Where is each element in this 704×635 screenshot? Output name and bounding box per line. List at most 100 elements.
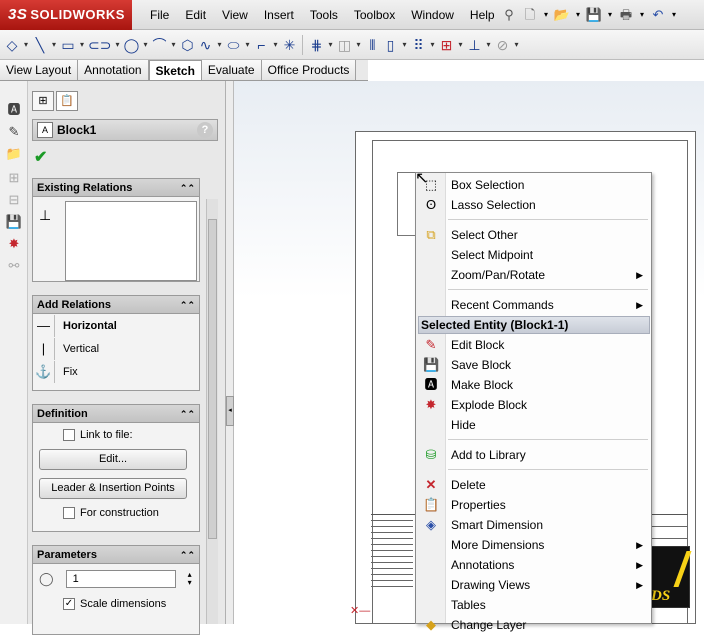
scale-input[interactable]: 1 [65, 570, 176, 588]
line-icon[interactable]: ╲ [32, 34, 48, 56]
definition-header[interactable]: Definition ⌃⌃ [33, 405, 199, 423]
menu-item-tables[interactable]: Tables [416, 595, 651, 615]
menu-window[interactable]: Window [403, 0, 462, 30]
open-folder-icon[interactable]: 📂 [553, 4, 571, 26]
mirror-icon[interactable]: ▯ [382, 34, 398, 56]
add-remove-icon[interactable]: ⊞ [5, 169, 23, 187]
save-icon[interactable]: 💾 [585, 4, 603, 26]
caret-icon[interactable]: ▾ [484, 34, 492, 56]
caret-icon[interactable]: ▾ [113, 34, 121, 56]
caret-icon[interactable]: ▾ [428, 34, 436, 56]
panel-scrollbar[interactable] [206, 199, 218, 624]
menu-item-recent-commands[interactable]: Recent Commands ▶ [416, 295, 651, 315]
existing-relations-header[interactable]: Existing Relations ⌃⌃ [33, 179, 199, 197]
insert-block-icon[interactable]: 📁 [5, 145, 23, 163]
caret-icon[interactable]: ▾ [243, 34, 251, 56]
tab-annotation[interactable]: Annotation [78, 60, 149, 80]
collapse-icon[interactable]: ⌃⌃ [180, 546, 195, 564]
for-construction-checkbox[interactable] [63, 507, 75, 519]
menu-item-edit-block[interactable]: ✎ Edit Block [416, 335, 651, 355]
menu-item-hide[interactable]: Hide [416, 415, 651, 435]
collapse-panel-icon[interactable]: ◂ [226, 396, 234, 426]
dropdown-caret-icon[interactable]: ▾ [670, 4, 678, 26]
tab-sketch[interactable]: Sketch [148, 60, 202, 80]
caret-icon[interactable]: ▾ [78, 34, 86, 56]
panel-splitter[interactable]: ◂ [226, 81, 234, 624]
dropdown-caret-icon[interactable]: ▾ [638, 4, 646, 26]
explode-block-icon[interactable]: ✸ [5, 235, 23, 253]
menu-item-change-layer[interactable]: ◆ Change Layer [416, 615, 651, 635]
caret-icon[interactable]: ▾ [169, 34, 177, 56]
caret-icon[interactable]: ▾ [354, 34, 362, 56]
menu-item-explode-block[interactable]: ✸ Explode Block [416, 395, 651, 415]
for-construction-row[interactable]: For construction [63, 507, 199, 519]
menu-file[interactable]: File [142, 0, 177, 30]
ok-check-icon[interactable]: ✔ [34, 147, 47, 167]
collapse-icon[interactable]: ⌃⌃ [180, 296, 195, 314]
link-to-file-checkbox[interactable] [63, 429, 75, 441]
smart-dimension-icon[interactable]: ◇ [4, 34, 20, 56]
menu-toolbox[interactable]: Toolbox [346, 0, 403, 30]
parameters-header[interactable]: Parameters ⌃⌃ [33, 546, 199, 564]
menu-view[interactable]: View [214, 0, 256, 30]
menu-item-add-to-library[interactable]: ⛁ Add to Library [416, 445, 651, 465]
tab-evaluate[interactable]: Evaluate [201, 60, 262, 80]
relation-vertical[interactable]: | Vertical [33, 337, 199, 360]
feature-tree-tab-icon[interactable]: ⊞ [32, 91, 54, 111]
menu-item-save-block[interactable]: 💾 Save Block [416, 355, 651, 375]
collapse-icon[interactable]: ⌃⌃ [180, 179, 195, 197]
dropdown-caret-icon[interactable]: ▾ [542, 4, 550, 26]
solidworks-logo[interactable]: 3S SOLIDWORKS [0, 0, 132, 30]
dropdown-caret-icon[interactable]: ▾ [606, 4, 614, 26]
menu-item-drawing-views[interactable]: Drawing Views ▶ [416, 575, 651, 595]
menu-item-select-other[interactable]: ⧉ Select Other [416, 225, 651, 245]
pattern-icon[interactable]: ⠿ [410, 34, 426, 56]
rectangle-icon[interactable]: ▭ [60, 34, 76, 56]
save-block-icon[interactable]: 💾 [5, 213, 23, 231]
undo-icon[interactable]: ↶ [649, 4, 667, 26]
help-icon[interactable]: ? [197, 122, 213, 138]
make-block-icon[interactable]: 🅰 [5, 101, 23, 119]
edit-button[interactable]: Edit... [39, 449, 187, 470]
menu-item-lasso-selection[interactable]: ʘ Lasso Selection [416, 195, 651, 215]
offset-icon[interactable]: ⫴ [364, 34, 380, 56]
menu-item-delete[interactable]: ✕ Delete [416, 475, 651, 495]
link-to-file-row[interactable]: Link to file: [63, 429, 199, 441]
caret-icon[interactable]: ▾ [271, 34, 279, 56]
menu-item-select-midpoint[interactable]: Select Midpoint [416, 245, 651, 265]
ellipse-icon[interactable]: ⬭ [225, 34, 241, 56]
menu-item-make-block[interactable]: 🅰 Make Block [416, 375, 651, 395]
leader-insertion-points-button[interactable]: Leader & Insertion Points [39, 478, 187, 499]
menu-edit[interactable]: Edit [177, 0, 214, 30]
move-entities-icon[interactable]: ⊞ [438, 34, 454, 56]
edit-block-icon[interactable]: ✎ [5, 123, 23, 141]
caret-icon[interactable]: ▾ [326, 34, 334, 56]
tab-office-products[interactable]: Office Products [261, 60, 357, 80]
existing-relations-list[interactable] [65, 201, 197, 281]
caret-icon[interactable]: ▾ [22, 34, 30, 56]
collapse-icon[interactable]: ⌃⌃ [180, 405, 195, 423]
menu-item-more-dimensions[interactable]: More Dimensions ▶ [416, 535, 651, 555]
convert-entities-icon[interactable]: ◫ [336, 34, 352, 56]
spline-icon[interactable]: ∿ [197, 34, 213, 56]
menu-item-annotations[interactable]: Annotations ▶ [416, 555, 651, 575]
caret-icon[interactable]: ▾ [400, 34, 408, 56]
caret-icon[interactable]: ▾ [512, 34, 520, 56]
rebuild-block-icon[interactable]: ⊟ [5, 191, 23, 209]
slot-icon[interactable]: ⊂⊃ [88, 34, 111, 56]
pin-icon[interactable]: ⚲ [500, 4, 518, 26]
polygon-icon[interactable]: ⬡ [179, 34, 195, 56]
relation-horizontal[interactable]: — Horizontal [33, 314, 199, 337]
menu-item-zoom-pan-rotate[interactable]: Zoom/Pan/Rotate ▶ [416, 265, 651, 285]
scrollbar-thumb[interactable] [208, 219, 217, 539]
display-relations-icon[interactable]: ⊥ [466, 34, 482, 56]
fillet-icon[interactable]: ⌐ [253, 34, 269, 56]
relation-fix[interactable]: ⚓ Fix [33, 360, 199, 383]
scale-dimensions-row[interactable]: ✓ Scale dimensions [63, 598, 199, 610]
print-icon[interactable]: 🖶 [617, 4, 635, 26]
circle-icon[interactable]: ◯ [123, 34, 140, 56]
menu-item-properties[interactable]: 📋 Properties [416, 495, 651, 515]
repair-sketch-icon[interactable]: ⊘ [494, 34, 510, 56]
belt-chain-icon[interactable]: ⚯ [5, 257, 23, 275]
spinner-icon[interactable]: ▴ ▾ [188, 571, 192, 587]
